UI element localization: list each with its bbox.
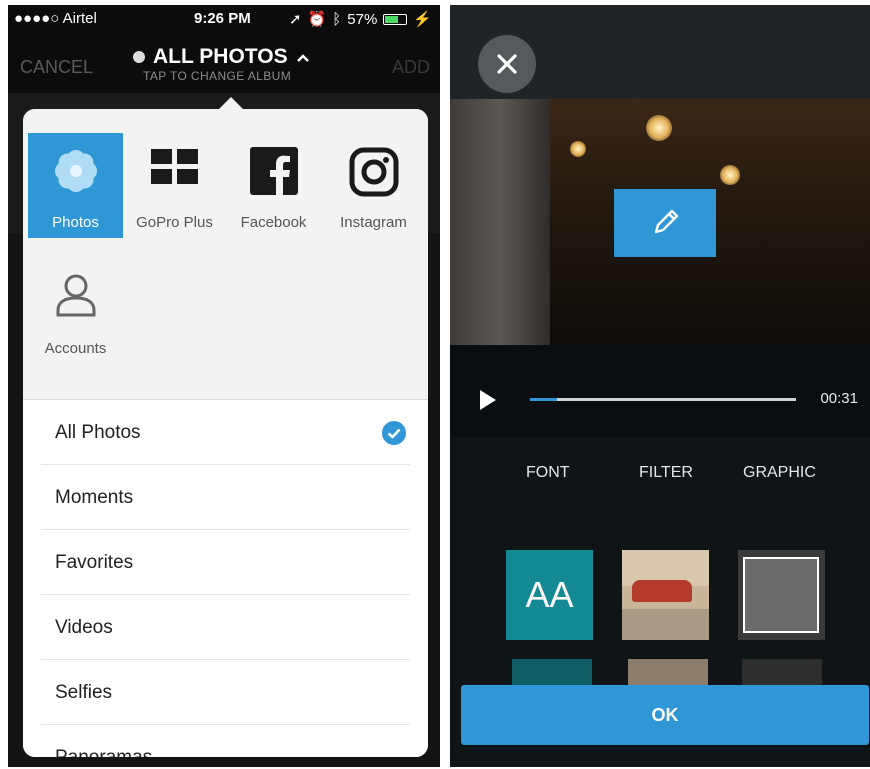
source-facebook[interactable]: Facebook xyxy=(226,133,321,238)
video-preview xyxy=(450,99,870,345)
video-lamp xyxy=(570,141,586,157)
close-icon xyxy=(495,52,519,81)
album-title: ALL PHOTOS xyxy=(153,45,288,68)
car-image xyxy=(632,580,692,602)
alarm-icon: ⏰ xyxy=(307,11,327,28)
status-time: 9:26 PM xyxy=(194,10,251,27)
source-accounts[interactable]: Accounts xyxy=(28,259,123,364)
album-title-button[interactable]: ALL PHOTOS xyxy=(133,45,310,69)
instagram-icon xyxy=(349,147,399,201)
graphic-tile[interactable] xyxy=(738,550,825,640)
right-phone-screen: 00:31 FONT FILTER GRAPHIC AA OK xyxy=(450,5,870,767)
album-row-videos[interactable]: Videos xyxy=(41,595,410,660)
charging-icon: ⚡ xyxy=(413,11,432,28)
filter-tile[interactable] xyxy=(622,550,709,640)
add-button[interactable]: ADD xyxy=(392,57,430,78)
source-grid: Photos GoPro Plus Facebook Instagram Acc… xyxy=(23,109,428,399)
carrier-label: ●●●●○ Airtel xyxy=(14,10,97,27)
album-row-all-photos[interactable]: All Photos xyxy=(41,400,410,465)
editor-tabs: FONT FILTER GRAPHIC xyxy=(450,437,870,507)
facebook-icon xyxy=(249,147,298,199)
album-row-label: Videos xyxy=(55,617,113,638)
location-icon: ➚ xyxy=(289,11,302,28)
album-row-label: Selfies xyxy=(55,682,113,703)
font-tile[interactable]: AA xyxy=(506,550,593,640)
bluetooth-icon: ᛒ xyxy=(332,10,342,28)
edit-title-button[interactable] xyxy=(614,189,716,257)
ok-button[interactable]: OK xyxy=(461,685,869,745)
album-row-label: Panoramas xyxy=(55,747,152,757)
album-row-moments[interactable]: Moments xyxy=(41,465,410,530)
album-picker-popover: Photos GoPro Plus Facebook Instagram Acc… xyxy=(23,109,428,757)
scrubber-progress xyxy=(530,398,557,401)
tab-graphic[interactable]: GRAPHIC xyxy=(743,464,816,482)
close-button[interactable] xyxy=(478,35,536,93)
person-icon xyxy=(55,273,97,321)
editor-top-bar xyxy=(450,5,870,99)
album-list: All Photos Moments Favorites Videos Self… xyxy=(23,399,428,757)
grid-icon xyxy=(150,147,199,191)
graphic-tile-secondary[interactable] xyxy=(742,659,822,687)
album-row-favorites[interactable]: Favorites xyxy=(41,530,410,595)
status-right: ➚ ⏰ ᛒ 57% ⚡ xyxy=(289,10,432,29)
battery-percent: 57% xyxy=(347,10,378,28)
video-lamp xyxy=(720,165,740,185)
album-row-label: All Photos xyxy=(55,422,141,443)
album-row-label: Moments xyxy=(55,487,134,508)
album-row-label: Favorites xyxy=(55,552,134,573)
video-lamp xyxy=(646,115,672,141)
scrubber-track[interactable] xyxy=(530,398,796,401)
play-icon[interactable] xyxy=(480,390,496,410)
pencil-icon xyxy=(650,206,682,243)
battery-icon xyxy=(383,13,408,25)
source-instagram[interactable]: Instagram xyxy=(326,133,421,238)
status-bar: ●●●●○ Airtel 9:26 PM ➚ ⏰ ᛒ 57% ⚡ xyxy=(8,5,440,33)
album-subtitle: TAP TO CHANGE ALBUM xyxy=(143,69,292,83)
source-label: Photos xyxy=(52,214,99,231)
option-tiles: AA xyxy=(450,507,870,687)
left-phone-screen: ●●●●○ Airtel 9:26 PM ➚ ⏰ ᛒ 57% ⚡ CANCEL … xyxy=(8,5,440,767)
font-tile-secondary[interactable] xyxy=(512,659,592,687)
album-nav-bar: CANCEL ALL PHOTOS TAP TO CHANGE ALBUM AD… xyxy=(8,45,440,89)
filter-thumbnail-road xyxy=(622,608,709,640)
source-label: Facebook xyxy=(240,214,307,231)
flower-icon xyxy=(52,147,100,199)
album-row-panoramas[interactable]: Panoramas xyxy=(41,725,410,757)
album-icon xyxy=(133,51,145,63)
video-duration: 00:31 xyxy=(820,390,858,407)
cancel-button[interactable]: CANCEL xyxy=(20,57,93,78)
video-scene-wall xyxy=(450,99,550,345)
album-row-selfies[interactable]: Selfies xyxy=(41,660,410,725)
source-label: Accounts xyxy=(44,340,107,357)
source-gopro-plus[interactable]: GoPro Plus xyxy=(127,133,222,238)
chevron-up-icon xyxy=(296,45,310,69)
source-photos[interactable]: Photos xyxy=(28,133,123,238)
source-label: Instagram xyxy=(340,214,407,231)
graphic-frame-icon xyxy=(743,557,819,633)
playback-controls: 00:31 xyxy=(450,345,870,437)
checkmark-icon xyxy=(382,421,406,445)
tab-font[interactable]: FONT xyxy=(526,464,570,482)
source-label: GoPro Plus xyxy=(136,214,213,231)
filter-tile-secondary[interactable] xyxy=(628,659,708,687)
tab-filter[interactable]: FILTER xyxy=(639,464,693,482)
